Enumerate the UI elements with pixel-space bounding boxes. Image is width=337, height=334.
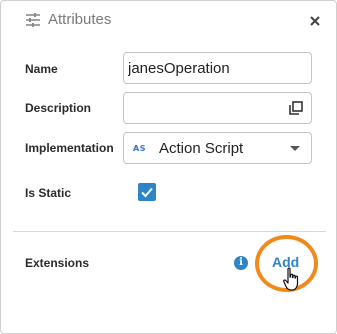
is-static-checkbox[interactable] bbox=[138, 183, 156, 201]
description-label: Description bbox=[25, 101, 92, 115]
close-icon[interactable] bbox=[308, 14, 322, 28]
implementation-select[interactable]: AS Action Script bbox=[123, 132, 312, 164]
description-input[interactable] bbox=[128, 93, 288, 123]
description-field[interactable] bbox=[123, 92, 312, 124]
check-icon bbox=[141, 187, 153, 198]
name-input[interactable] bbox=[128, 53, 288, 83]
hand-cursor-icon bbox=[283, 267, 299, 291]
name-field[interactable] bbox=[123, 52, 312, 84]
info-icon[interactable]: i bbox=[234, 256, 248, 270]
open-in-new-icon[interactable] bbox=[289, 101, 303, 115]
is-static-label: Is Static bbox=[25, 186, 72, 200]
action-script-icon: AS bbox=[133, 144, 146, 153]
attributes-panel: Attributes Name Description Implementati… bbox=[0, 0, 337, 334]
implementation-label: Implementation bbox=[25, 141, 114, 155]
implementation-value: Action Script bbox=[159, 140, 244, 157]
tune-icon bbox=[26, 13, 40, 27]
extensions-label: Extensions bbox=[25, 256, 90, 270]
divider bbox=[13, 231, 326, 232]
name-label: Name bbox=[25, 62, 58, 76]
panel-title: Attributes bbox=[48, 11, 112, 28]
chevron-down-icon[interactable] bbox=[290, 146, 300, 151]
panel-header: Attributes bbox=[1, 1, 336, 41]
